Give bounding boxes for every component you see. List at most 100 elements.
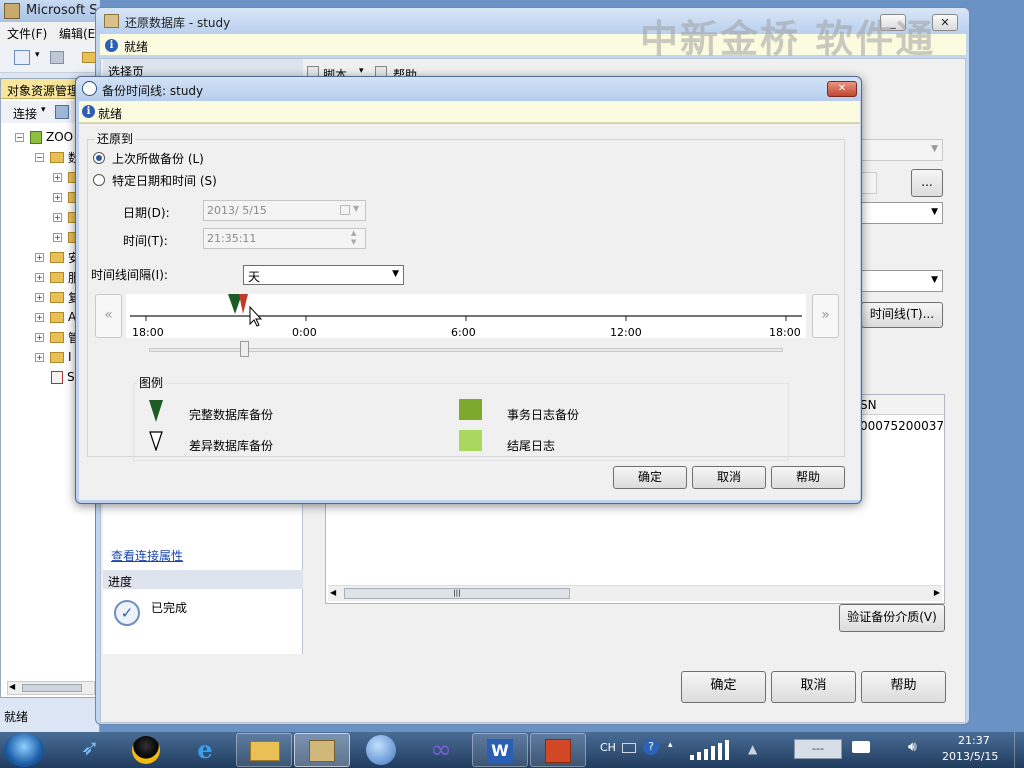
mouse-cursor-icon: [249, 305, 263, 327]
expand-icon[interactable]: +: [35, 252, 44, 262]
keyboard-icon[interactable]: [622, 743, 636, 753]
connect-button[interactable]: 连接: [13, 105, 37, 122]
timeline-next-button[interactable]: »: [812, 294, 839, 338]
device-field[interactable]: [861, 172, 877, 194]
new-query-icon[interactable]: [14, 50, 30, 65]
expand-icon[interactable]: +: [53, 192, 62, 202]
connect-dropdown-icon[interactable]: ▾: [41, 105, 46, 115]
lsn-cell: 00075200037: [860, 419, 944, 433]
collapse-icon[interactable]: −: [35, 152, 44, 162]
restore-close-button[interactable]: ✕: [932, 14, 958, 31]
volume-box[interactable]: ---: [794, 739, 842, 759]
toolbar-folder-icon[interactable]: [82, 52, 96, 63]
scroll-right-icon[interactable]: ▶: [934, 588, 940, 597]
expand-icon[interactable]: +: [35, 352, 44, 362]
scroll-left-icon[interactable]: ◀: [9, 682, 15, 691]
toolbar-grid-icon[interactable]: [50, 51, 64, 64]
expand-icon[interactable]: +: [35, 272, 44, 282]
progress-title: 进度: [108, 575, 133, 589]
globe-app-icon[interactable]: [366, 735, 396, 765]
tray-arrow-icon[interactable]: ▴: [668, 740, 673, 750]
powerpoint-icon: [545, 739, 571, 763]
expand-icon[interactable]: +: [53, 172, 62, 182]
agent-icon: [51, 370, 63, 384]
expand-icon[interactable]: +: [53, 232, 62, 242]
word-task[interactable]: W: [472, 733, 528, 767]
clock-time[interactable]: 21:37: [958, 734, 990, 747]
signal-strength-icon[interactable]: [688, 739, 732, 761]
expand-icon[interactable]: +: [35, 332, 44, 342]
timeline-ok-button[interactable]: 确定: [613, 466, 687, 489]
dropdown-arrow-icon[interactable]: ▾: [35, 50, 40, 60]
view-connection-link[interactable]: 查看连接属性: [111, 547, 183, 564]
browse-button[interactable]: ...: [911, 169, 943, 197]
radio-specific-time[interactable]: [93, 174, 105, 186]
scroll-thumb[interactable]: |||: [344, 588, 570, 599]
ie-icon[interactable]: e: [190, 736, 220, 764]
folder-icon: [50, 271, 64, 283]
scroll-left-icon[interactable]: ◀: [330, 588, 336, 597]
date-value: 2013/ 5/15: [207, 204, 267, 217]
network-icon[interactable]: ▲: [748, 742, 757, 756]
start-button[interactable]: [4, 733, 44, 767]
radio-last-label[interactable]: 上次所做备份 (L): [112, 150, 204, 167]
interval-combobox[interactable]: 天 ▼: [243, 265, 404, 285]
timeline-help-button[interactable]: 帮助: [771, 466, 845, 489]
menu-file[interactable]: 文件(F): [7, 25, 47, 42]
dest-db-combobox[interactable]: ▼: [861, 270, 943, 292]
scroll-thumb[interactable]: [22, 684, 82, 692]
infinity-app-icon[interactable]: ∞: [424, 736, 458, 764]
progress-header: 进度: [103, 570, 303, 589]
bird-app-icon[interactable]: ➶: [74, 736, 106, 764]
source-db-combobox[interactable]: ▼: [861, 202, 943, 224]
time-slider-thumb[interactable]: [240, 341, 249, 357]
filter-icon[interactable]: [55, 105, 69, 119]
grid-hscrollbar[interactable]: ◀ ||| ▶: [328, 585, 942, 601]
help-circle-icon[interactable]: ?: [643, 739, 659, 755]
word-icon: W: [487, 739, 513, 763]
clock-date[interactable]: 2013/5/15: [942, 750, 998, 763]
timeline-prev-button[interactable]: «: [95, 294, 122, 338]
ssms-task[interactable]: [294, 733, 350, 767]
tree-node-security[interactable]: + 安: [35, 247, 80, 267]
qq-icon[interactable]: [132, 736, 160, 764]
verify-media-button[interactable]: 验证备份介质(V): [839, 604, 945, 632]
collapse-icon[interactable]: −: [15, 132, 24, 142]
timeline-button[interactable]: 时间线(T)...: [861, 302, 943, 328]
radio-last-backup[interactable]: [93, 152, 105, 164]
power-icon[interactable]: [852, 741, 870, 753]
tree-node-replication[interactable]: + 复: [35, 287, 80, 307]
tree-node-management[interactable]: + 管: [35, 327, 80, 347]
script-dropdown-icon[interactable]: ▾: [359, 66, 364, 76]
date-field[interactable]: 2013/ 5/15 ▼: [203, 200, 366, 221]
menu-edit[interactable]: 编辑(E: [59, 25, 95, 42]
oe-hscrollbar[interactable]: ◀: [7, 681, 95, 695]
restore-help-button[interactable]: 帮助: [861, 671, 946, 703]
db-combobox[interactable]: ▼: [861, 139, 943, 161]
timeline-close-button[interactable]: ✕: [827, 81, 857, 97]
radio-specific-label[interactable]: 特定日期和时间 (S): [112, 172, 217, 189]
tree-node-alwayson[interactable]: + A: [35, 307, 76, 327]
show-desktop-button[interactable]: [1014, 732, 1024, 768]
restore-cancel-button[interactable]: 取消: [771, 671, 856, 703]
time-field[interactable]: 21:35:11 ▲ ▼: [203, 228, 366, 249]
explorer-task[interactable]: [236, 733, 292, 767]
ime-indicator[interactable]: CH: [600, 741, 616, 754]
timeline-strip[interactable]: 18:00 0:00 6:00 12:00 18:00: [126, 294, 806, 339]
legend-full-label: 完整数据库备份: [189, 408, 274, 422]
timeline-cancel-button[interactable]: 取消: [692, 466, 766, 489]
speaker-icon[interactable]: 🔊︎: [908, 739, 917, 755]
interval-value: 天: [248, 270, 261, 284]
expand-icon[interactable]: +: [35, 292, 44, 302]
tree-node-agent[interactable]: S: [51, 367, 75, 387]
expand-icon[interactable]: +: [35, 312, 44, 322]
tree-node-databases[interactable]: − 数: [35, 147, 80, 167]
tree-node-server-objects[interactable]: + 服: [35, 267, 80, 287]
tree-node-integration[interactable]: + I: [35, 347, 72, 367]
powerpoint-task[interactable]: [530, 733, 586, 767]
server-node[interactable]: − ZOO: [15, 127, 73, 147]
tools-icon: [309, 740, 335, 762]
restore-ok-button[interactable]: 确定: [681, 671, 766, 703]
expand-icon[interactable]: +: [53, 212, 62, 222]
time-label: 时间(T):: [123, 234, 168, 248]
